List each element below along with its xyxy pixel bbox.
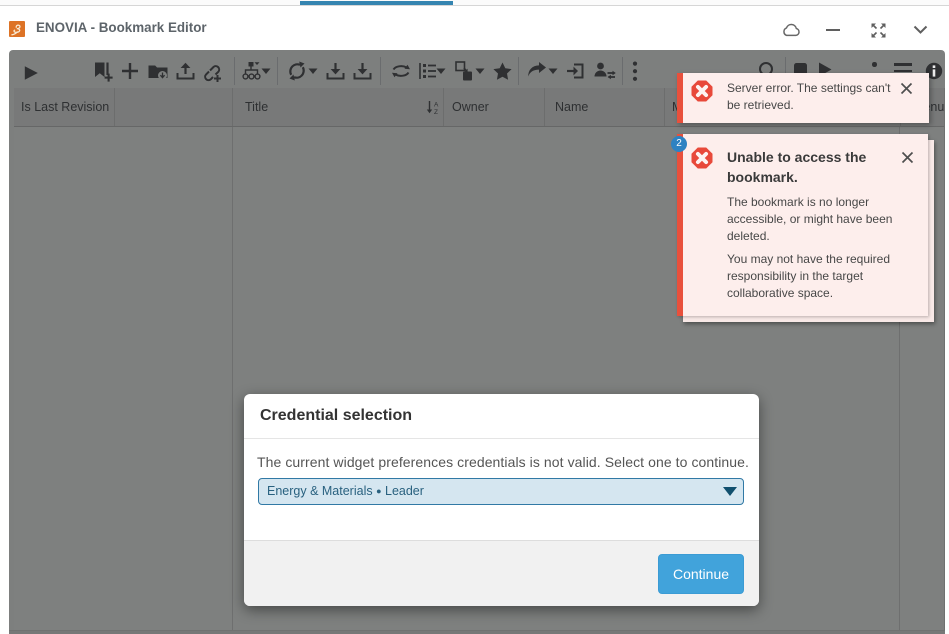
svg-text:Z: Z bbox=[434, 109, 438, 115]
svg-text:A: A bbox=[434, 102, 439, 109]
